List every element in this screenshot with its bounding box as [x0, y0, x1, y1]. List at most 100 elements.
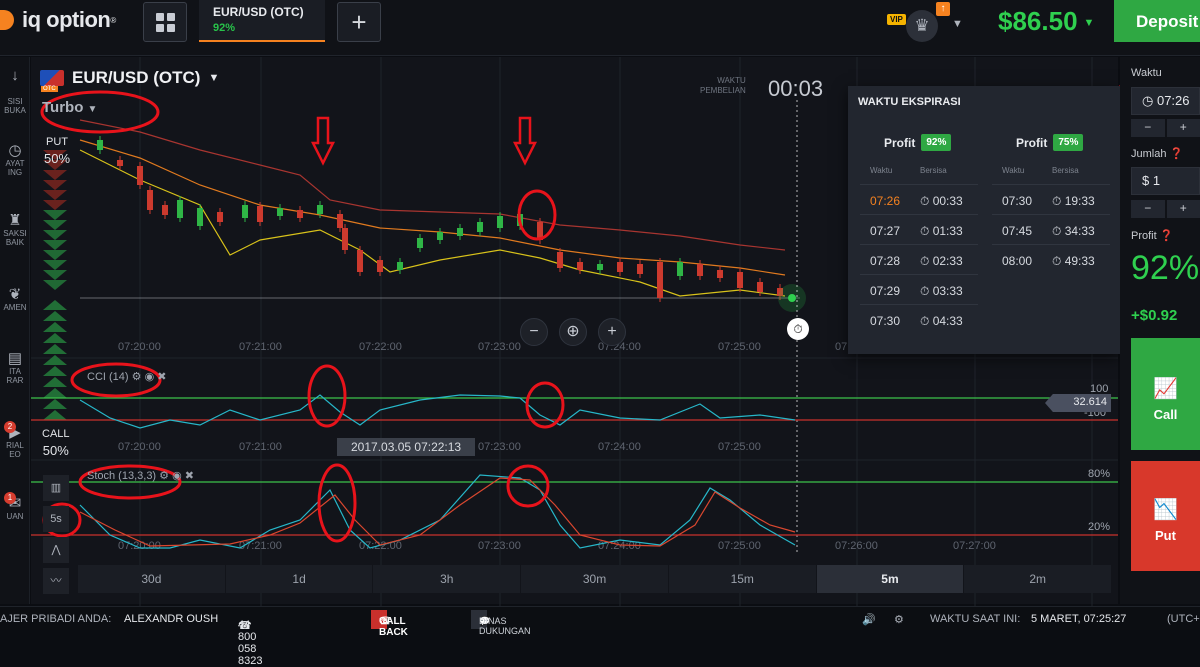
- cci-level-high: 100: [1090, 383, 1108, 395]
- settings-gear-icon[interactable]: ⚙: [894, 613, 904, 626]
- amount-increase-button[interactable]: +: [1167, 200, 1200, 218]
- candle-body: [717, 270, 723, 278]
- put-button-label: Put: [1155, 528, 1176, 543]
- remaining-value: 19:33: [1065, 194, 1095, 208]
- expiry-option-row[interactable]: 07:45⏱ 34:33: [992, 214, 1110, 244]
- purchase-time-label: WAKTUPEMBELIAN: [700, 76, 746, 96]
- cci-indicator-label[interactable]: CCI (14) ⚙ ◉ ✖: [87, 370, 166, 383]
- time-increase-button[interactable]: +: [1167, 119, 1200, 137]
- sidebar-item-label: AYAT ING: [0, 159, 30, 177]
- sidebar-item-library[interactable]: ▤ITA RAR: [0, 349, 30, 385]
- close-icon[interactable]: ✖: [185, 470, 194, 482]
- sidebar-item-collapse[interactable]: ↓: [0, 67, 30, 84]
- sentiment-bar-icon: [43, 344, 67, 354]
- time-tick-label: 07:21:00: [239, 540, 282, 552]
- sentiment-bar-icon: [43, 230, 67, 240]
- logo-mark-icon: [0, 10, 14, 30]
- trophy-icon: ♜: [0, 211, 30, 229]
- expiry-remaining: ⏱ 49:33: [1052, 254, 1095, 269]
- expiry-binary-header: Profit75%: [1016, 134, 1083, 151]
- profit-pct-badge: 92%: [921, 134, 951, 151]
- iqoption-logo[interactable]: iq option®: [0, 8, 116, 32]
- close-icon[interactable]: ✖: [157, 371, 166, 383]
- sentiment-bar-icon: [43, 300, 67, 310]
- timeframe-bar: 30d 1d 3h 30m 15m 5m 2m: [78, 565, 1112, 593]
- stoch-indicator-label[interactable]: Stoch (13,3,3) ⚙ ◉ ✖: [87, 469, 194, 482]
- vip-badge: VIP: [887, 14, 906, 25]
- expiry-time-field[interactable]: ◷ 07:26: [1131, 87, 1200, 115]
- chart-asset-selector[interactable]: OTC EUR/USD (OTC) ▼: [40, 68, 219, 88]
- amount-decrease-button[interactable]: −: [1131, 200, 1165, 218]
- remaining-value: 01:33: [933, 224, 963, 238]
- center-chart-button[interactable]: ⊕: [559, 318, 587, 346]
- expiry-option-row[interactable]: 07:30⏱ 04:33: [860, 304, 978, 334]
- time-tick-label: 07:23:00: [478, 341, 521, 353]
- help-icon[interactable]: ❓: [1170, 148, 1184, 160]
- chart-interval-button[interactable]: 5s: [43, 506, 69, 532]
- sidebar-item-label: RIAL EO: [0, 441, 30, 459]
- drawing-tool-icon[interactable]: ⋀: [43, 537, 69, 563]
- expiry-option-row[interactable]: 08:00⏱ 49:33: [992, 244, 1110, 274]
- gear-icon[interactable]: ⚙: [159, 470, 169, 482]
- help-icon[interactable]: ❓: [1160, 230, 1174, 242]
- deposit-button[interactable]: Deposit: [1114, 0, 1200, 42]
- upgrade-arrow-icon: ↑: [936, 2, 950, 16]
- eye-icon[interactable]: ◉: [172, 470, 182, 482]
- balance-display[interactable]: $86.50▼: [998, 6, 1094, 37]
- indicators-icon[interactable]: ▥: [43, 475, 69, 501]
- remaining-value: 34:33: [1065, 224, 1095, 238]
- candle-body: [457, 228, 463, 236]
- candle-body: [637, 264, 643, 274]
- line-chart-icon[interactable]: 〰: [43, 568, 69, 594]
- put-button[interactable]: 📉Put: [1131, 461, 1200, 571]
- zoom-in-button[interactable]: +: [598, 318, 626, 346]
- time-decrease-button[interactable]: −: [1131, 119, 1165, 137]
- timeframe-1d[interactable]: 1d: [226, 565, 374, 593]
- expiry-option-row[interactable]: 07:30⏱ 19:33: [992, 184, 1110, 214]
- sidebar-item-support[interactable]: 1✉UAN: [0, 494, 30, 521]
- expiry-option-row[interactable]: 07:28⏱ 02:33: [860, 244, 978, 274]
- candle-body: [497, 216, 503, 228]
- gear-icon[interactable]: ⚙: [132, 371, 142, 383]
- sidebar-item-history[interactable]: ◷AYAT ING: [0, 141, 30, 177]
- time-tick-label: 07:21:00: [239, 441, 282, 453]
- asset-grid-button[interactable]: [143, 2, 187, 42]
- expiry-remaining: ⏱ 19:33: [1052, 194, 1095, 209]
- zoom-out-button[interactable]: −: [520, 318, 548, 346]
- timeframe-30d[interactable]: 30d: [78, 565, 226, 593]
- sidebar-item-open-positions[interactable]: SISI BUKA: [0, 97, 30, 115]
- sidebar-item-tutorials[interactable]: 2▶RIAL EO: [0, 423, 30, 459]
- volume-icon[interactable]: 🔊: [862, 613, 876, 626]
- candle-body: [617, 262, 623, 272]
- phone-number: 44 800 058 8323: [238, 619, 262, 667]
- time-tick-label: 07:23:00: [478, 441, 521, 453]
- option-mode-selector[interactable]: Turbo ▼: [42, 99, 97, 116]
- call-button[interactable]: 📈Call: [1131, 338, 1200, 450]
- support-chat-button[interactable]: 💬 DINAS DUKUNGAN: [471, 610, 487, 629]
- asset-tab-payout: 92%: [213, 22, 311, 34]
- timeframe-5m[interactable]: 5m: [817, 565, 965, 593]
- sidebar-item-label: SISI BUKA: [0, 97, 30, 115]
- sentiment-bar-icon: [43, 270, 67, 280]
- sentiment-bar-icon: [43, 355, 67, 365]
- sidebar-item-leaderboard[interactable]: ♜SAKSI BAIK: [0, 211, 30, 247]
- asset-tab[interactable]: EUR/USD (OTC) 92%: [199, 0, 325, 42]
- sentiment-bar-icon: [43, 200, 67, 210]
- timeframe-15m[interactable]: 15m: [669, 565, 817, 593]
- call-sentiment-value: 50%: [42, 443, 70, 458]
- timeframe-30m[interactable]: 30m: [521, 565, 669, 593]
- sidebar-item-tournaments[interactable]: ❦AMEN: [0, 285, 30, 312]
- timeframe-3h[interactable]: 3h: [373, 565, 521, 593]
- candle-body: [757, 282, 763, 292]
- call-back-button[interactable]: ☏ CALL BACK: [371, 610, 387, 629]
- profit-label: Profit ❓: [1131, 229, 1173, 242]
- amount-field[interactable]: $ 1: [1131, 167, 1200, 195]
- expiry-option-row[interactable]: 07:29⏱ 03:33: [860, 274, 978, 304]
- candle-body: [162, 205, 168, 215]
- timeframe-2m[interactable]: 2m: [964, 565, 1112, 593]
- expiry-option-row[interactable]: 07:27⏱ 01:33: [860, 214, 978, 244]
- support-chat-label: DINAS DUKUNGAN: [479, 616, 531, 636]
- add-asset-tab-button[interactable]: +: [337, 2, 381, 42]
- expiry-option-row[interactable]: 07:26⏱ 00:33: [860, 184, 978, 214]
- eye-icon[interactable]: ◉: [145, 371, 155, 383]
